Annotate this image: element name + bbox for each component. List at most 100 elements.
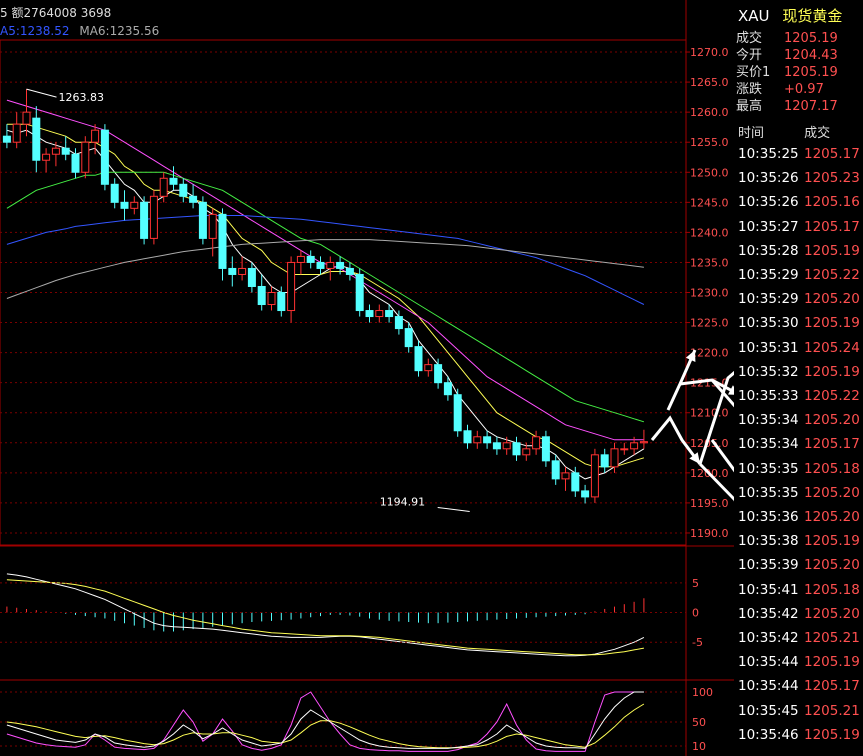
candle-body	[267, 292, 276, 306]
trade-row[interactable]: 10:35:30 1205.19	[738, 315, 862, 331]
trade-price: 1205.21	[804, 630, 860, 646]
trade-time: 10:35:33	[738, 388, 799, 404]
candle-body	[257, 285, 266, 306]
candle-body	[277, 292, 286, 312]
candle-body	[100, 129, 109, 185]
trade-row[interactable]: 10:35:38 1205.19	[738, 533, 862, 549]
trade-row[interactable]: 10:35:28 1205.19	[738, 243, 862, 259]
candle-body	[600, 454, 609, 468]
trade-row[interactable]: 10:35:26 1205.16	[738, 194, 862, 210]
trade-row[interactable]: 10:35:39 1205.20	[738, 557, 862, 573]
trade-price: 1205.18	[804, 581, 860, 598]
volume-info: 5 额2764008 3698	[0, 6, 112, 20]
trade-time: 10:35:30	[738, 315, 799, 332]
trade-time: 10:35:26	[738, 194, 799, 211]
candle-body	[130, 201, 139, 209]
symbol-title: XAU 现货黄金	[738, 5, 842, 26]
tick-label: 1225.0	[690, 317, 729, 330]
trade-row[interactable]: 10:35:31 1205.24	[738, 340, 862, 356]
trade-price: 1205.20	[804, 291, 860, 308]
trade-time: 10:35:34	[738, 436, 799, 453]
kdj-panel: 100 50 10	[0, 679, 734, 753]
trade-price: 1205.24	[804, 339, 860, 356]
candle-body	[12, 123, 21, 143]
trade-time: 10:35:29	[738, 291, 799, 308]
trade-row[interactable]: 10:35:41 1205.18	[738, 582, 862, 598]
candle-body	[91, 129, 100, 143]
symbol-code: XAU	[738, 7, 770, 25]
trade-time: 10:35:35	[738, 484, 799, 501]
candle-body	[404, 328, 413, 348]
trade-row[interactable]: 10:35:26 1205.23	[738, 170, 862, 186]
trade-price: 1205.20	[804, 509, 860, 525]
trade-row[interactable]: 10:35:35 1205.18	[738, 461, 862, 477]
candle-body	[453, 394, 462, 432]
kdj-tick-label: 10	[692, 740, 706, 753]
candle-body	[610, 448, 619, 468]
trade-price: 1205.20	[804, 484, 860, 501]
trade-row[interactable]: 10:35:36 1205.20	[738, 509, 862, 525]
trade-time: 10:35:44	[738, 654, 799, 671]
trade-row[interactable]: 10:35:27 1205.17	[738, 219, 862, 235]
candle-body	[473, 436, 482, 444]
tick-label: 1220.0	[690, 347, 729, 360]
tick-label: 1255.0	[690, 136, 729, 149]
trade-row[interactable]: 10:35:34 1205.17	[738, 436, 862, 452]
ma-legend: A5:1238.52 MA6:1235.56	[0, 24, 159, 38]
kdj-tick-label: 100	[692, 686, 713, 699]
trade-row[interactable]: 10:35:25 1205.17	[738, 146, 862, 162]
candle-body	[110, 183, 119, 203]
macd-line	[6, 579, 644, 656]
candle-body	[2, 135, 11, 143]
trade-row[interactable]: 10:35:42 1205.20	[738, 606, 862, 622]
trade-row[interactable]: 10:35:45 1205.21	[738, 703, 862, 719]
trade-price: 1205.20	[804, 557, 860, 574]
trade-price: 1205.19	[804, 533, 860, 550]
trade-price: 1205.23	[804, 170, 860, 187]
candle-body	[169, 177, 178, 185]
annotation-label: 1194.91	[380, 495, 426, 508]
candle-body	[326, 261, 335, 269]
tick-label: 1235.0	[690, 256, 729, 269]
trade-price: 1205.21	[804, 702, 860, 719]
trade-row[interactable]: 10:35:29 1205.22	[738, 267, 862, 283]
candle-body	[424, 364, 433, 372]
trade-time: 10:35:44	[738, 678, 799, 695]
candle-body	[218, 213, 227, 269]
candle-body	[630, 442, 639, 450]
kdj-tick-label: 50	[692, 716, 706, 729]
candle-body	[581, 490, 590, 498]
trade-time: 10:35:42	[738, 630, 799, 646]
candle-body	[71, 153, 80, 173]
candle-body	[355, 273, 364, 312]
trade-price: 1205.17	[804, 218, 860, 235]
candle-body	[414, 346, 423, 372]
candle-body	[208, 213, 217, 239]
tick-label: 1265.0	[690, 76, 729, 89]
trade-time: 10:35:29	[738, 267, 799, 283]
tick-label: 1230.0	[690, 287, 729, 300]
trade-row[interactable]: 10:35:35 1205.20	[738, 485, 862, 501]
trade-row[interactable]: 10:35:42 1205.21	[738, 630, 862, 646]
tick-label: 1190.0	[690, 527, 729, 540]
trade-row[interactable]: 10:35:29 1205.20	[738, 291, 862, 307]
trade-row[interactable]: 10:35:33 1205.22	[738, 388, 862, 404]
trade-time: 10:35:34	[738, 412, 799, 429]
price-panel-frame	[0, 39, 687, 546]
trade-price: 1205.17	[804, 678, 860, 695]
trade-row[interactable]: 10:35:32 1205.19	[738, 364, 862, 380]
trade-time: 10:35:41	[738, 581, 799, 598]
candle-body	[159, 177, 168, 197]
trade-row[interactable]: 10:35:44 1205.19	[738, 654, 862, 670]
trade-price-header: 成交	[804, 126, 831, 141]
candle-body	[189, 195, 198, 203]
trade-row[interactable]: 10:35:34 1205.20	[738, 412, 862, 428]
trade-price: 1205.20	[804, 605, 860, 622]
candle-body	[541, 436, 550, 462]
trade-price: 1205.19	[804, 363, 860, 380]
candle-body	[483, 436, 492, 444]
trade-row[interactable]: 10:35:44 1205.17	[738, 678, 862, 694]
candle-body	[551, 460, 560, 480]
ma-line	[6, 215, 645, 305]
trade-row[interactable]: 10:35:46 1205.19	[738, 727, 862, 743]
